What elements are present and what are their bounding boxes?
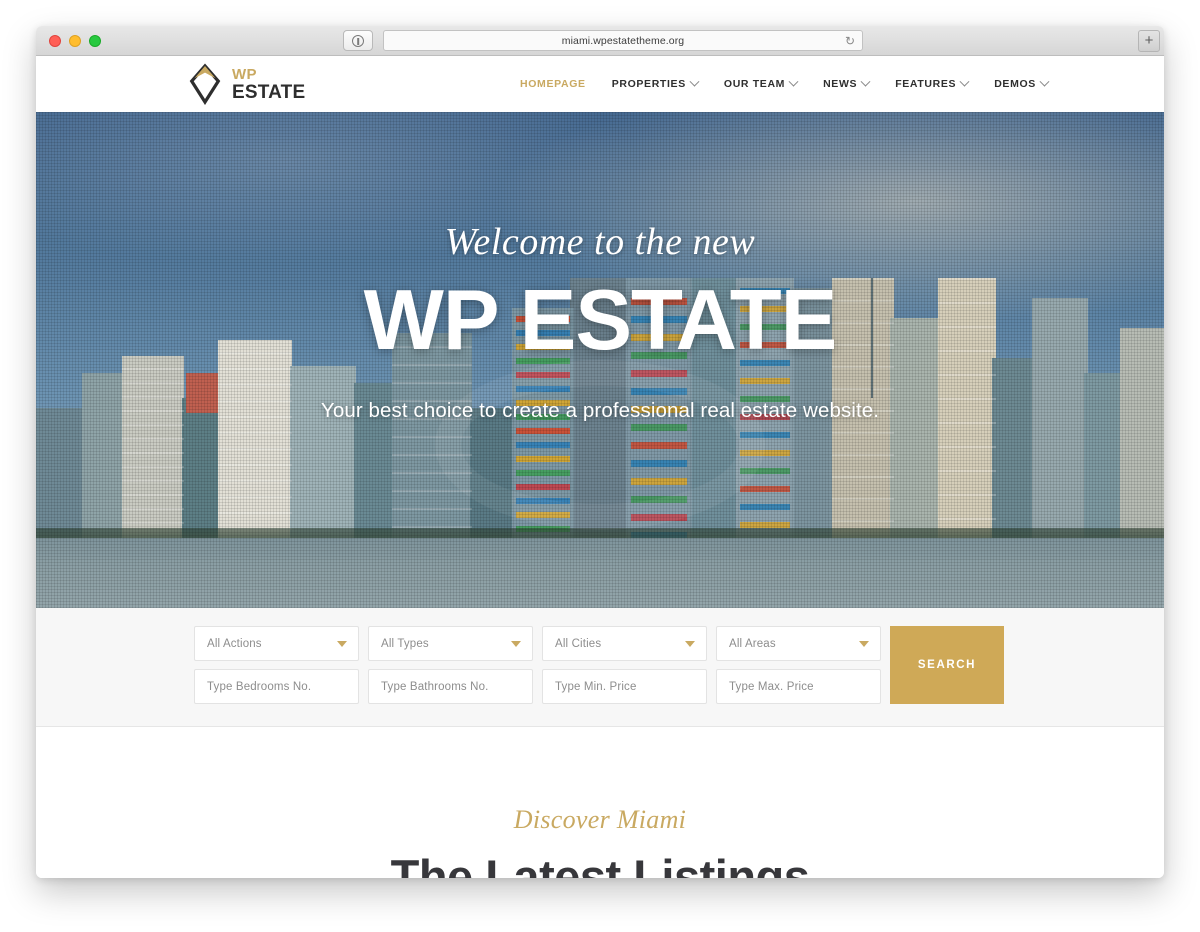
hero-welcome-text: Welcome to the new (444, 221, 756, 263)
diamond-logo-icon (189, 63, 221, 105)
nav-label: DEMOS (994, 78, 1036, 90)
shield-icon[interactable] (343, 30, 373, 51)
browser-window: miami.wpestatetheme.org ↻ + WP ESTATE HO… (36, 26, 1164, 878)
input-bedrooms-placeholder: Type Bedrooms No. (207, 680, 312, 693)
chevron-down-icon (1039, 76, 1050, 87)
chevron-down-icon (788, 76, 799, 87)
minimize-window-button[interactable] (69, 34, 81, 47)
maximize-window-button[interactable] (89, 34, 101, 47)
browser-titlebar: miami.wpestatetheme.org ↻ + (36, 26, 1164, 56)
select-city-value: All Cities (555, 637, 602, 650)
hero-water (36, 538, 1164, 608)
input-max-price[interactable]: Type Max. Price (716, 669, 881, 704)
listings-eyebrow: Discover Miami (513, 805, 687, 834)
address-bar[interactable]: miami.wpestatetheme.org ↻ (383, 30, 863, 51)
reload-icon[interactable]: ↻ (845, 34, 855, 49)
latest-listings-section: Discover Miami The Latest Listings (36, 727, 1164, 878)
new-tab-button[interactable]: + (1138, 30, 1160, 52)
nav-item-our-team[interactable]: OUR TEAM (723, 76, 799, 90)
close-window-button[interactable] (49, 34, 61, 47)
input-bathrooms[interactable]: Type Bathrooms No. (368, 669, 533, 704)
chevron-down-icon (959, 76, 970, 87)
select-type-value: All Types (381, 637, 429, 650)
input-bathrooms-placeholder: Type Bathrooms No. (381, 680, 489, 693)
nav-label: NEWS (823, 78, 858, 90)
input-min-price[interactable]: Type Min. Price (542, 669, 707, 704)
caret-down-icon (685, 640, 695, 647)
select-action[interactable]: All Actions (194, 626, 359, 661)
input-min-price-placeholder: Type Min. Price (555, 680, 637, 693)
select-area[interactable]: All Areas (716, 626, 881, 661)
select-type[interactable]: All Types (368, 626, 533, 661)
chevron-down-icon (689, 76, 700, 87)
window-controls (49, 34, 101, 47)
hero-title: WP ESTATE (363, 273, 838, 368)
logo-wordmark: WP ESTATE (232, 67, 305, 102)
input-max-price-placeholder: Type Max. Price (729, 680, 814, 693)
input-bedrooms[interactable]: Type Bedrooms No. (194, 669, 359, 704)
select-city[interactable]: All Cities (542, 626, 707, 661)
site-logo[interactable]: WP ESTATE (186, 63, 305, 105)
listings-title: The Latest Listings (390, 850, 810, 878)
nav-item-news[interactable]: NEWS (823, 76, 871, 90)
logo-estate-text: ESTATE (232, 81, 306, 103)
property-search-section: All Actions All Types All Cities All Are… (36, 608, 1164, 727)
nav-label: FEATURES (895, 78, 957, 90)
nav-label: PROPERTIES (611, 78, 686, 90)
hero-subtitle: Your best choice to create a professiona… (320, 399, 880, 423)
caret-down-icon (337, 640, 347, 647)
hero-section: Welcome to the new WP ESTATE Your best c… (36, 112, 1164, 608)
hero-content: Welcome to the new WP ESTATE Your best c… (36, 220, 1164, 423)
search-form: All Actions All Types All Cities All Are… (194, 626, 1006, 704)
caret-down-icon (511, 640, 521, 647)
select-area-value: All Areas (729, 637, 776, 650)
nav-label: OUR TEAM (723, 78, 786, 90)
search-button[interactable]: SEARCH (890, 626, 1004, 704)
nav-label: HOMEPAGE (520, 78, 586, 90)
nav-item-homepage[interactable]: HOMEPAGE (520, 78, 586, 90)
nav-item-demos[interactable]: DEMOS (994, 76, 1050, 90)
main-navigation: HOMEPAGE PROPERTIES OUR TEAM NEWS FEATUR… (520, 76, 1050, 90)
caret-down-icon (859, 640, 869, 647)
site-header: WP ESTATE HOMEPAGE PROPERTIES OUR TEAM N… (36, 56, 1164, 112)
nav-item-features[interactable]: FEATURES (895, 76, 970, 90)
shield-glyph-icon (352, 34, 364, 47)
select-action-value: All Actions (207, 637, 262, 650)
chevron-down-icon (860, 76, 871, 87)
logo-wp-text: WP (232, 65, 257, 83)
nav-item-properties[interactable]: PROPERTIES (611, 76, 700, 90)
url-text: miami.wpestatetheme.org (561, 34, 685, 47)
